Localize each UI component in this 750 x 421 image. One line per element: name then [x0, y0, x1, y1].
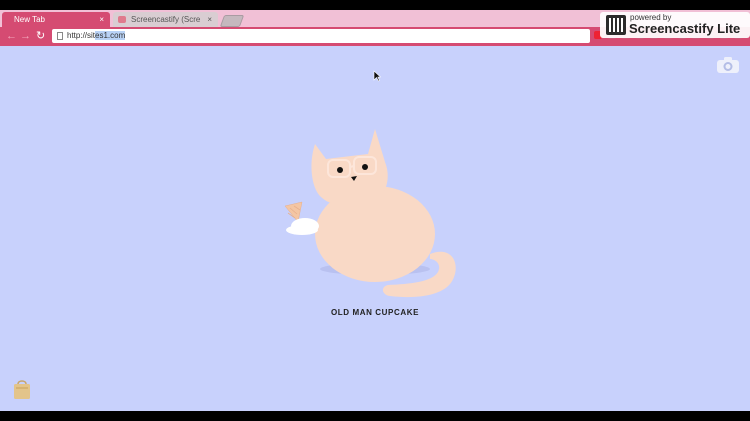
screencastify-favicon-icon — [118, 16, 126, 23]
back-arrow-icon[interactable]: ← — [6, 30, 17, 42]
close-icon[interactable]: × — [99, 12, 104, 27]
close-icon[interactable]: × — [207, 12, 212, 27]
watermark-brand-text: Screencastify Lite — [629, 21, 741, 36]
page-content: OLD MAN CUPCAKE — [0, 46, 750, 411]
address-bar[interactable]: http://sites1.com — [52, 29, 590, 43]
forward-arrow-icon[interactable]: → — [20, 30, 31, 42]
film-strip-icon — [606, 15, 626, 35]
bottom-letterbox — [0, 411, 750, 421]
page-title: OLD MAN CUPCAKE — [330, 308, 420, 317]
new-tab-button[interactable] — [219, 15, 245, 27]
camera-icon[interactable] — [716, 56, 740, 74]
tab-label: Screencastify (Scre — [131, 15, 201, 24]
top-letterbox — [0, 0, 750, 10]
screencastify-watermark: powered by Screencastify Lite — [600, 12, 750, 38]
tab-screencastify[interactable]: Screencastify (Scre × — [113, 12, 218, 27]
reload-icon[interactable]: ↻ — [36, 30, 45, 42]
url-text[interactable]: http://sites1.com — [67, 29, 126, 43]
tab-label: New Tab — [14, 15, 45, 24]
tab-new-tab[interactable]: New Tab × — [2, 12, 110, 27]
mouse-cursor-icon — [373, 70, 381, 82]
cat-illustration — [284, 129, 456, 298]
shopping-bag-icon[interactable] — [13, 378, 31, 400]
page-icon — [57, 32, 63, 40]
